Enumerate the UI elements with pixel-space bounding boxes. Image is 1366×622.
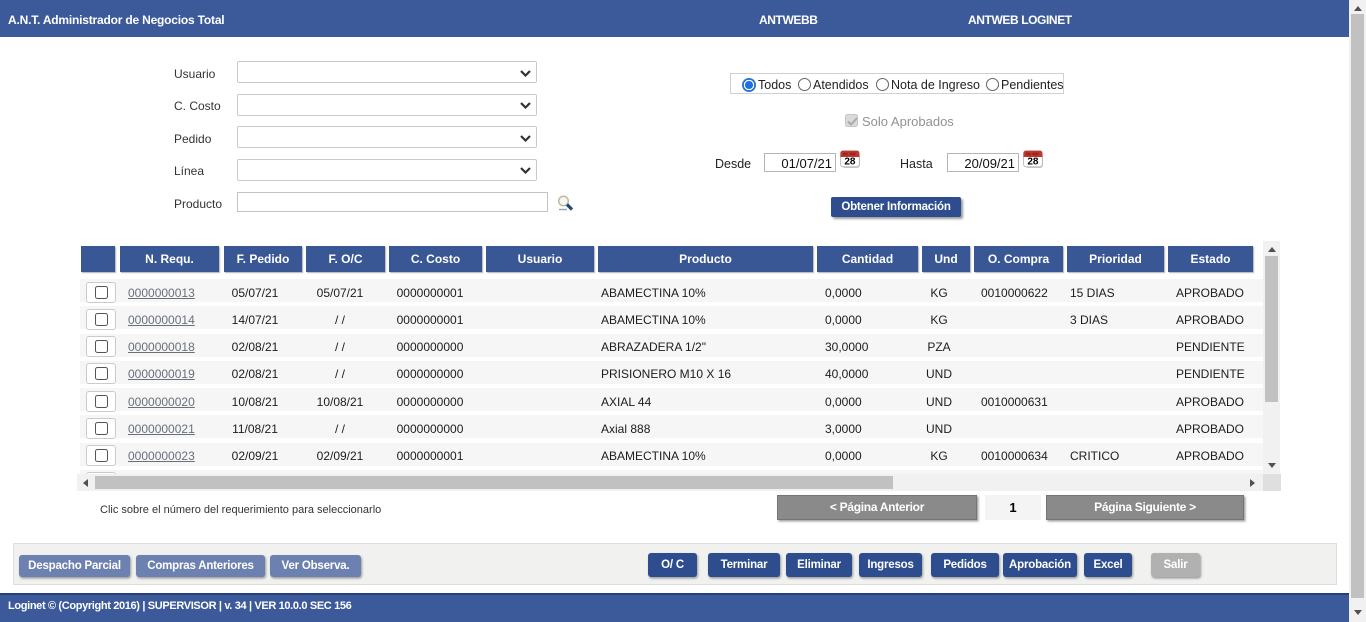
svg-text:28: 28 xyxy=(1027,157,1039,168)
svg-text:28: 28 xyxy=(844,157,856,168)
